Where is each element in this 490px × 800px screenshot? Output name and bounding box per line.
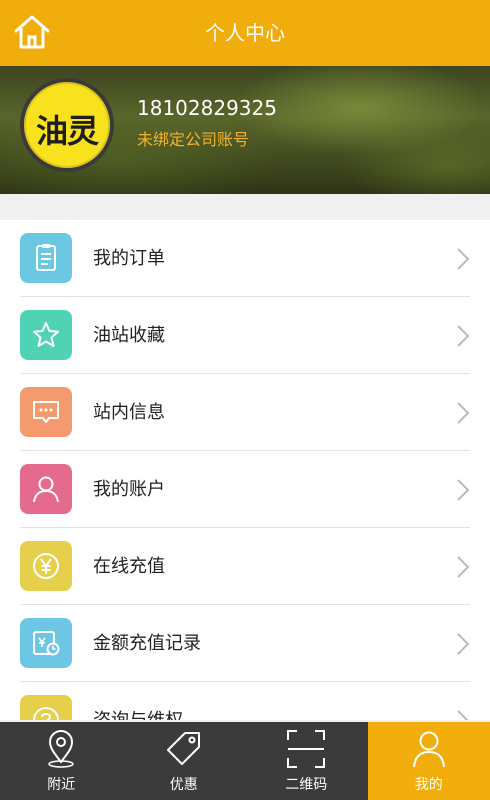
user-icon xyxy=(20,464,72,514)
menu-item-label: 我的账户 xyxy=(93,479,165,500)
yuan-icon xyxy=(20,541,72,591)
chevron-right-icon xyxy=(457,248,470,270)
menu-item-favorites[interactable]: 油站收藏 xyxy=(0,297,490,374)
tag-icon xyxy=(166,732,200,765)
tab-discount[interactable]: 优惠 xyxy=(123,722,246,800)
profile-banner: 油灵 18102829325 未绑定公司账号 xyxy=(0,66,490,194)
user-icon xyxy=(412,731,445,768)
chevron-right-icon xyxy=(457,479,470,501)
document-icon xyxy=(20,233,72,283)
screen: 个人中心 油灵 18102829325 未绑定公司账号 我的订单 油站收藏 站内… xyxy=(0,0,490,800)
user-phone: 18102829325 xyxy=(137,96,277,120)
record-icon xyxy=(20,618,72,668)
page-title: 个人中心 xyxy=(205,21,285,45)
tab-qrcode[interactable]: 二维码 xyxy=(245,722,368,800)
menu-item-label: 我的订单 xyxy=(93,248,165,269)
tab-mine[interactable]: 我的 xyxy=(367,722,490,800)
chevron-right-icon xyxy=(457,556,470,578)
tab-label: 附近 xyxy=(47,777,76,793)
bottom-nav: 附近 优惠 二维码 我的 xyxy=(0,722,490,800)
chevron-right-icon xyxy=(457,325,470,347)
chevron-right-icon xyxy=(457,402,470,424)
menu-item-label: 金额充值记录 xyxy=(93,633,201,654)
menu-item-label: 油站收藏 xyxy=(93,325,165,346)
menu-list: 我的订单 油站收藏 站内信息 我的账户 在线充值 金额充值记录 xyxy=(0,220,490,720)
avatar[interactable]: 油灵 xyxy=(20,78,114,172)
top-bar: 个人中心 xyxy=(0,0,490,66)
company-status[interactable]: 未绑定公司账号 xyxy=(137,126,249,150)
tab-label: 优惠 xyxy=(169,777,198,793)
message-icon xyxy=(20,387,72,437)
menu-item-label: 在线充值 xyxy=(93,556,165,577)
chevron-right-icon xyxy=(457,633,470,655)
menu-item-recharge-records[interactable]: 金额充值记录 xyxy=(0,605,490,682)
menu-item-recharge[interactable]: 在线充值 xyxy=(0,528,490,605)
tab-label: 二维码 xyxy=(285,777,328,793)
menu-item-messages[interactable]: 站内信息 xyxy=(0,374,490,451)
menu-item-consult[interactable]: 咨询与维权 xyxy=(0,682,490,720)
tab-label: 我的 xyxy=(414,777,443,793)
scan-icon xyxy=(287,730,326,768)
menu-item-orders[interactable]: 我的订单 xyxy=(0,220,490,297)
menu-item-label: 咨询与维权 xyxy=(93,682,183,720)
help-icon xyxy=(20,695,72,720)
menu-item-account[interactable]: 我的账户 xyxy=(0,451,490,528)
chevron-right-icon xyxy=(457,710,469,720)
tab-nearby[interactable]: 附近 xyxy=(0,722,123,800)
star-icon xyxy=(20,310,72,360)
menu-item-label: 站内信息 xyxy=(93,402,165,423)
avatar-logo-text: 油灵 xyxy=(35,112,99,150)
location-pin-icon xyxy=(48,730,74,768)
